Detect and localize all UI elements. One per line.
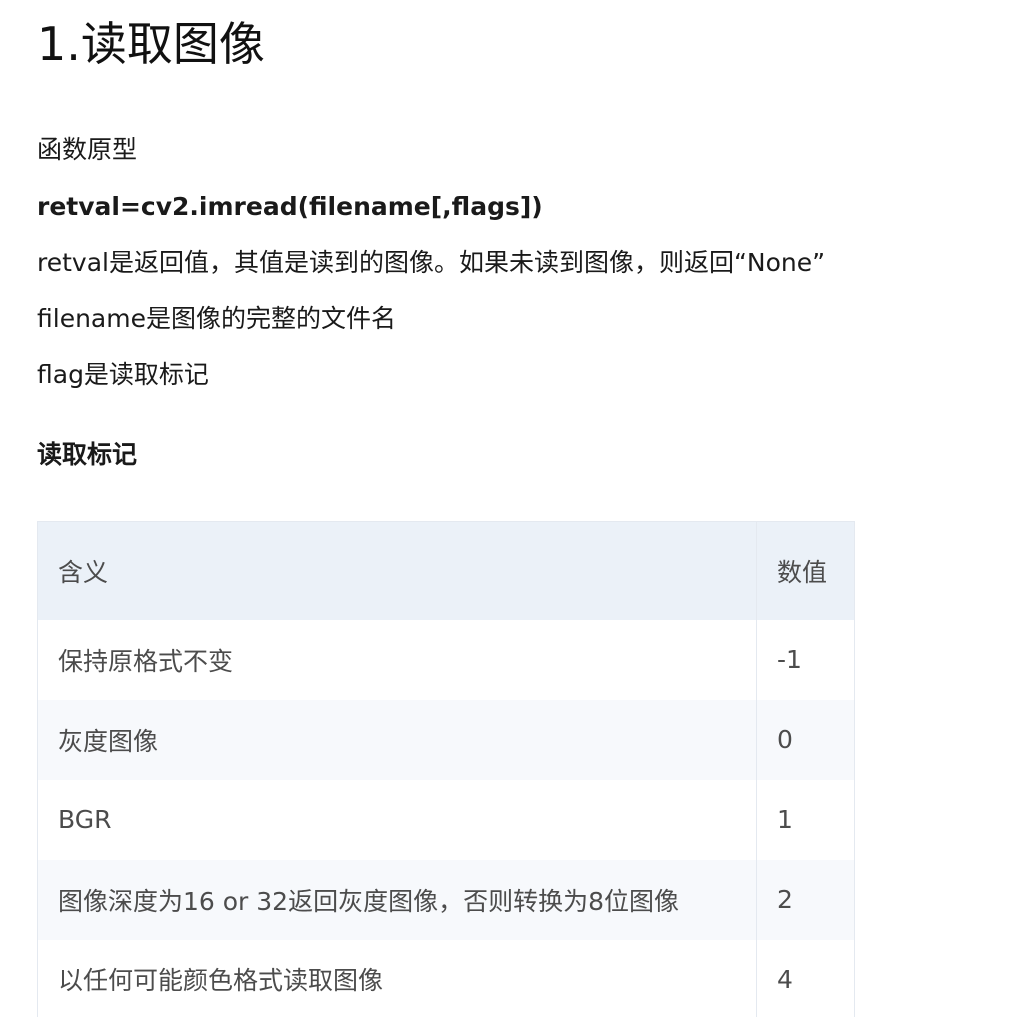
flags-table: 含义 数值 保持原格式不变 -1 灰度图像 0 BGR 1 图像深度为16 or… <box>37 521 855 1017</box>
page-title: 1.读取图像 <box>37 17 265 71</box>
cell-meaning: 以任何可能颜色格式读取图像 <box>37 939 757 1017</box>
function-signature: retval=cv2.imread(filename[,flags]) <box>37 192 543 221</box>
flag-description: flag是读取标记 <box>37 360 209 389</box>
cell-meaning: BGR <box>37 779 757 860</box>
table-header-row: 含义 数值 <box>37 521 855 620</box>
table-row: 以任何可能颜色格式读取图像 4 <box>37 939 855 1017</box>
cell-meaning: 保持原格式不变 <box>37 619 757 700</box>
table-row: 保持原格式不变 -1 <box>37 619 855 700</box>
cell-value: 2 <box>777 885 793 914</box>
table-row: BGR 1 <box>37 779 855 860</box>
cell-value: 4 <box>777 964 793 994</box>
cell-meaning: 图像深度为16 or 32返回灰度图像，否则转换为8位图像 <box>37 859 757 940</box>
section-heading: 读取标记 <box>37 440 138 469</box>
table-row: 灰度图像 0 <box>37 699 855 780</box>
cell-value: -1 <box>777 645 802 674</box>
prototype-label: 函数原型 <box>37 135 138 164</box>
cell-value: 0 <box>777 725 793 754</box>
header-meaning: 含义 <box>37 521 757 620</box>
cell-value: 1 <box>777 805 793 834</box>
filename-description: filename是图像的完整的文件名 <box>37 304 396 333</box>
header-value: 数值 <box>777 557 828 587</box>
table-row: 图像深度为16 or 32返回灰度图像，否则转换为8位图像 2 <box>37 859 855 940</box>
retval-description: retval是返回值，其值是读到的图像。如果未读到图像，则返回“None” <box>37 248 826 277</box>
cell-meaning: 灰度图像 <box>37 699 757 780</box>
